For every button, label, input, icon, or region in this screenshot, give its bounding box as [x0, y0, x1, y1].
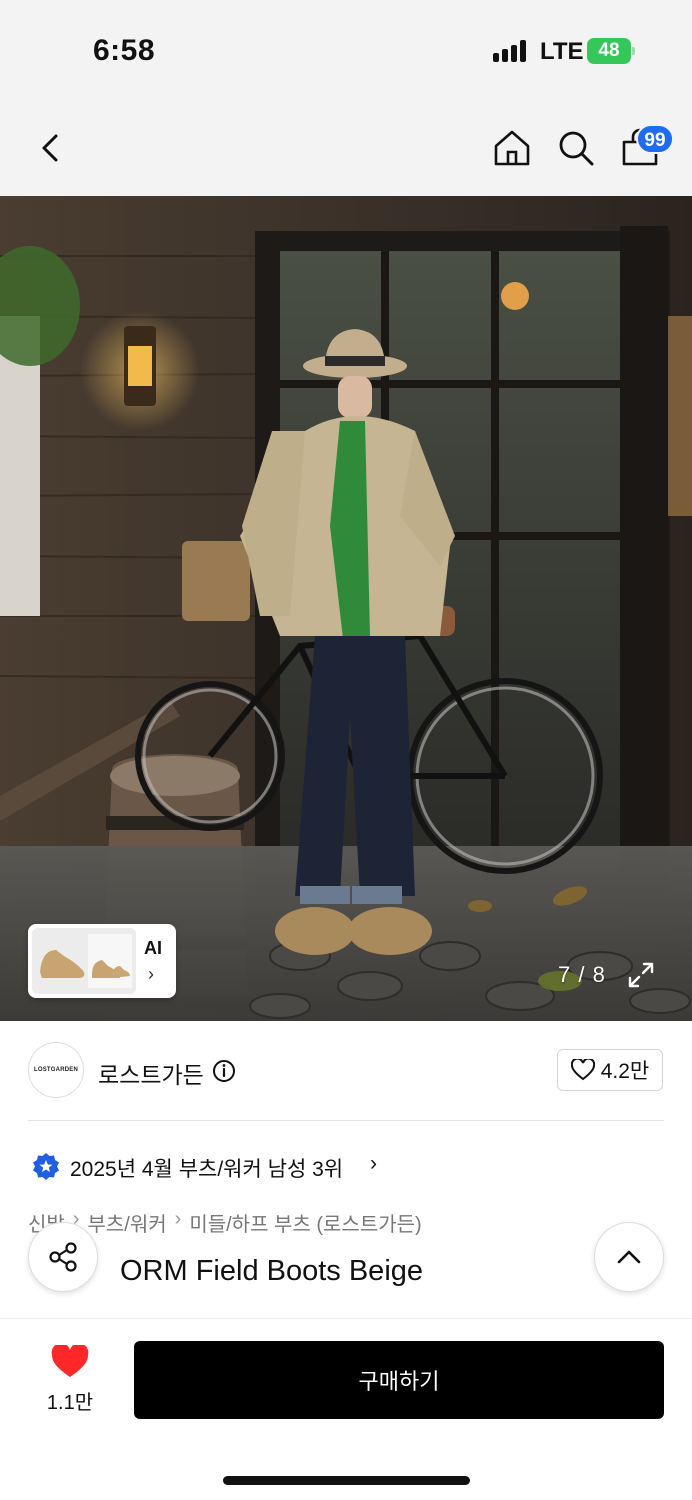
similar-product-thumbnails	[32, 928, 136, 994]
ai-label: AI	[144, 938, 162, 958]
buy-button[interactable]: 구매하기	[134, 1341, 664, 1419]
breadcrumb-separator: ›	[174, 1208, 182, 1230]
battery-level: 48	[587, 38, 631, 64]
product-photo	[0, 196, 692, 1021]
pager-total: 8	[592, 962, 606, 987]
pager-separator: /	[578, 962, 586, 987]
ranking-text[interactable]: 2025년 4월 부츠/워커 남성 3위	[70, 1153, 343, 1183]
breadcrumb-item-mid-boots[interactable]: 미들/하프 부츠 (로스트가든)	[189, 1208, 421, 1237]
home-icon[interactable]	[492, 128, 532, 168]
battery-icon: 48	[587, 38, 635, 64]
status-time: 6:58	[93, 34, 156, 67]
network-type: LTE	[540, 38, 584, 65]
wishlist-button[interactable]	[30, 1343, 110, 1384]
scroll-to-top-button[interactable]	[594, 1222, 664, 1292]
share-icon	[49, 1242, 77, 1272]
ranking-badge-icon	[33, 1153, 59, 1180]
status-bar: 6:58 LTE 48	[0, 0, 692, 100]
chevron-up-icon	[617, 1250, 641, 1264]
chevron-right-icon[interactable]: ›	[370, 1152, 377, 1176]
heart-filled-icon	[51, 1343, 89, 1377]
brand-logo[interactable]: LOSTGARDEN	[28, 1042, 84, 1098]
nav-bar	[0, 100, 692, 196]
signal-strength-icon	[493, 40, 529, 62]
wishlist-count: 1.1만	[46, 1392, 94, 1414]
brand-like-count: 4.2만	[600, 1060, 650, 1083]
image-pager: 7 / 8	[558, 962, 606, 988]
divider	[28, 1120, 664, 1121]
brand-name[interactable]: 로스트가든	[98, 1056, 204, 1090]
chevron-left-icon[interactable]	[32, 128, 72, 168]
home-indicator	[223, 1476, 470, 1485]
chevron-right-icon: ›	[148, 964, 154, 984]
ai-similar-products-card[interactable]: AI ›	[28, 924, 176, 998]
product-image-gallery[interactable]	[0, 196, 692, 1021]
cart-count-badge[interactable]: 99	[636, 124, 674, 154]
heart-outline-icon	[570, 1059, 595, 1081]
info-icon[interactable]	[212, 1059, 236, 1083]
breadcrumb-item-boots[interactable]: 부츠/워커	[87, 1208, 166, 1237]
expand-icon[interactable]	[626, 960, 656, 990]
search-icon[interactable]	[556, 128, 596, 168]
brand-like-button[interactable]: 4.2만	[557, 1049, 663, 1091]
pager-current: 7	[558, 962, 572, 987]
share-button[interactable]	[28, 1222, 98, 1292]
brand-logo-text: LOSTGARDEN	[34, 1067, 78, 1073]
